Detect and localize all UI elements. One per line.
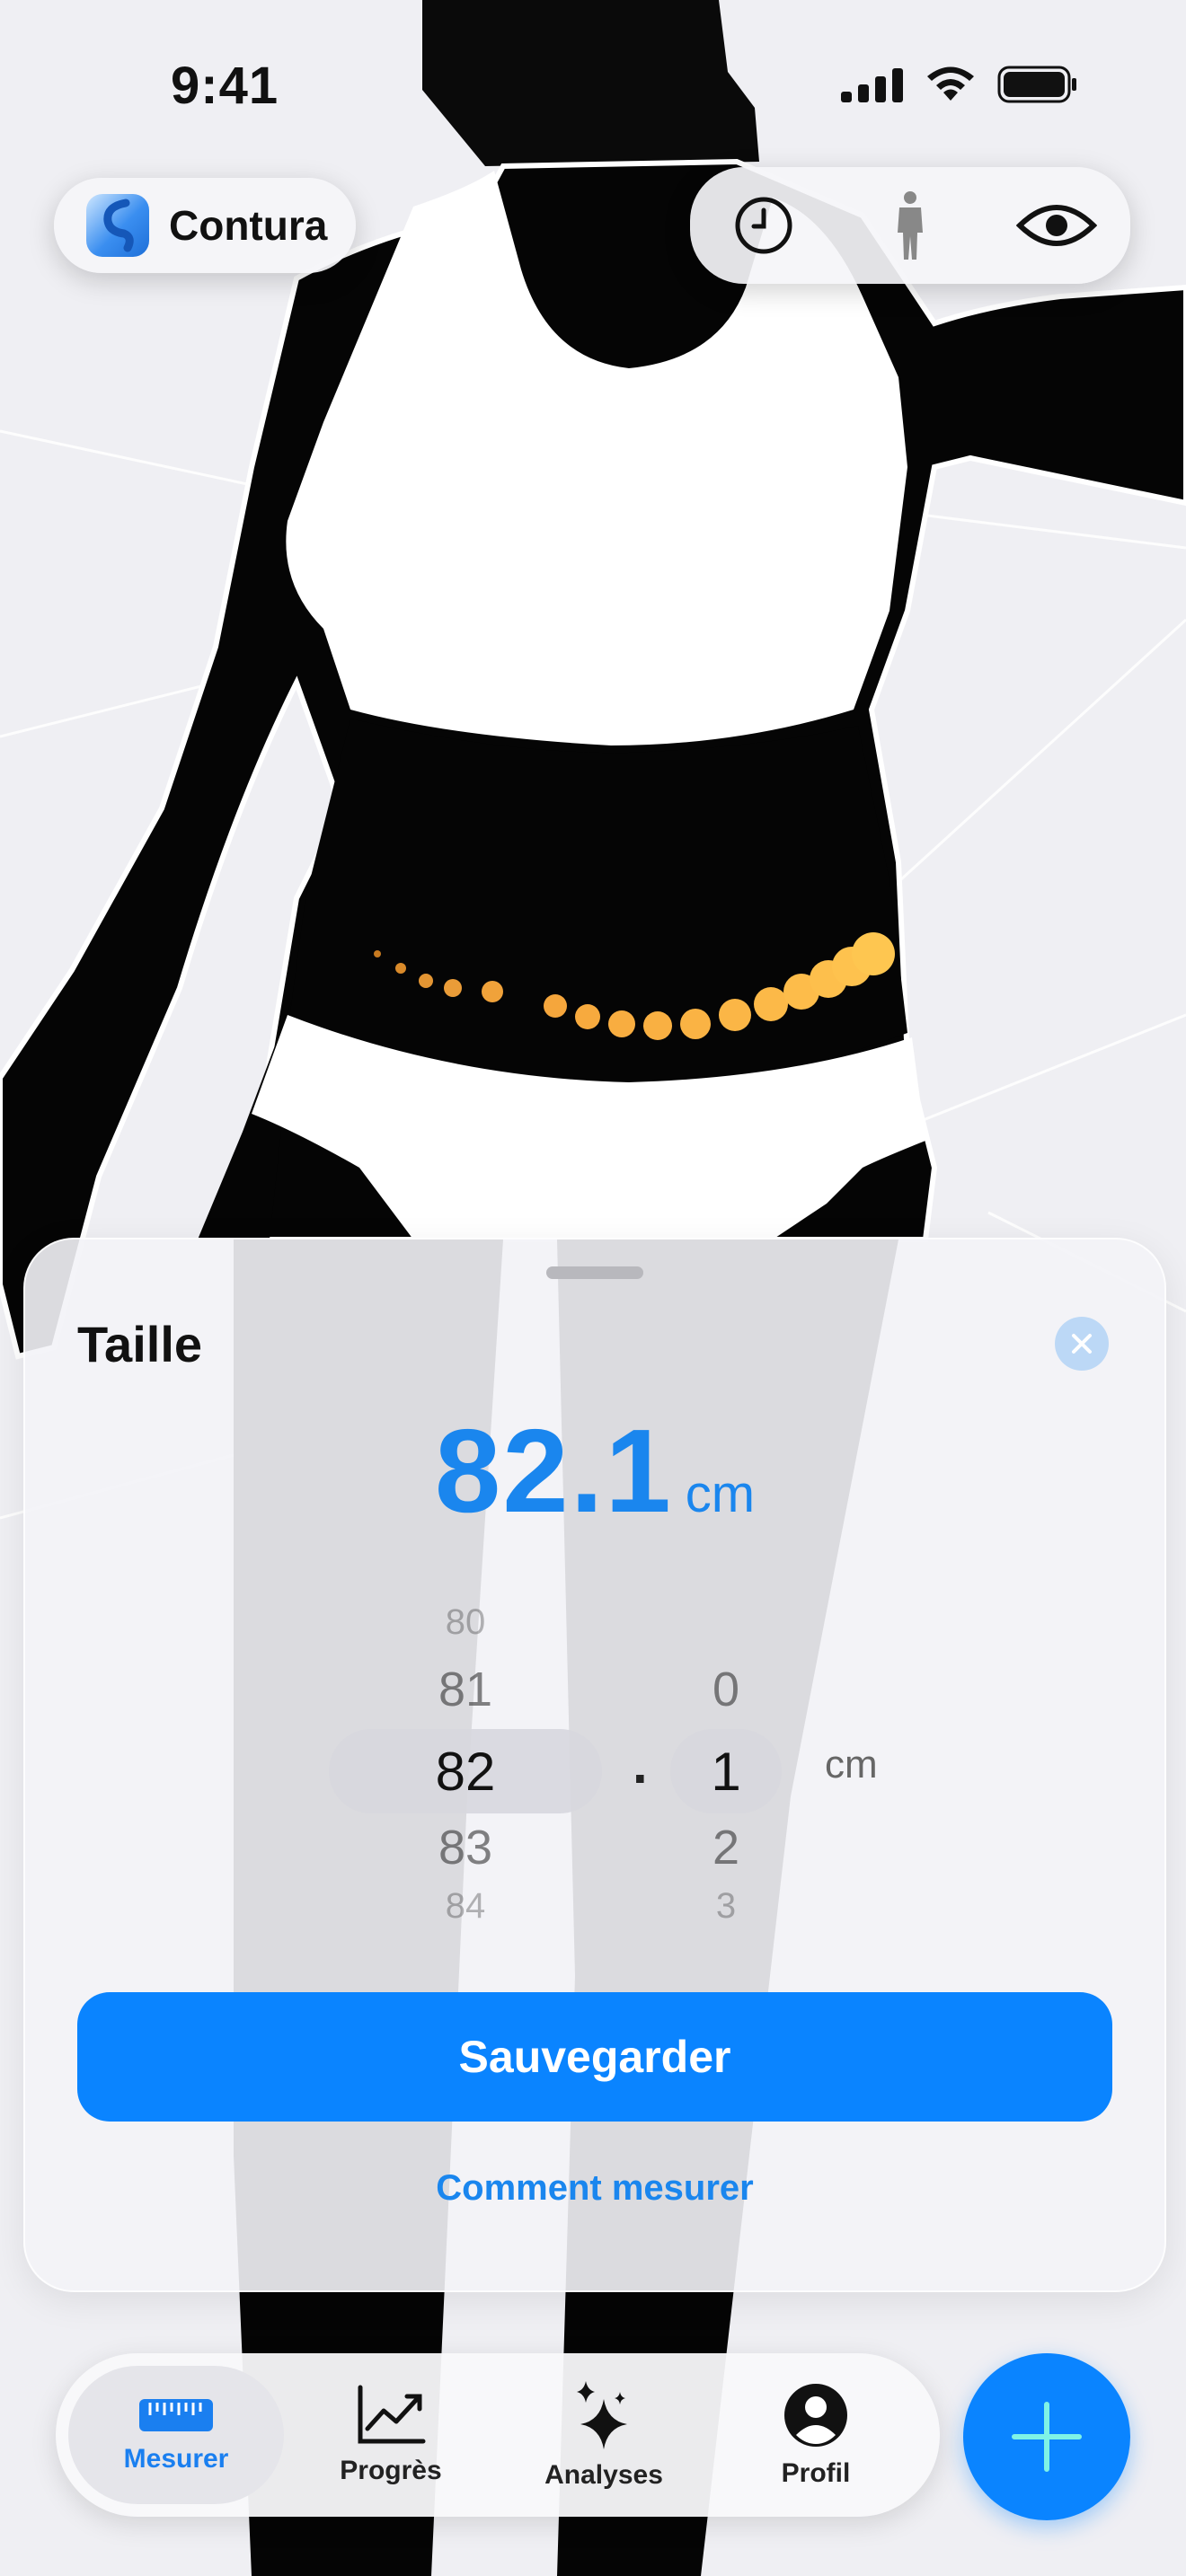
ruler-icon bbox=[139, 2399, 213, 2431]
app-logo-icon bbox=[86, 194, 149, 257]
history-button[interactable] bbox=[719, 181, 809, 270]
tab-label: Profil bbox=[781, 2458, 851, 2488]
picker-decimal-option[interactable]: 0 bbox=[654, 1662, 798, 1717]
how-to-measure-link[interactable]: Comment mesurer bbox=[25, 2168, 1164, 2209]
close-button[interactable] bbox=[1055, 1317, 1109, 1371]
visibility-button[interactable] bbox=[1012, 181, 1102, 270]
picker-decimal-separator: . bbox=[633, 1734, 648, 1795]
battery-icon bbox=[997, 66, 1076, 103]
measurement-sheet: Taille 82.1 cm 80 81 82 83 84 . 0 1 2 3 c… bbox=[23, 1238, 1166, 2292]
picker-decimal-option[interactable]: 2 bbox=[654, 1820, 798, 1875]
measurement-unit: cm bbox=[685, 1465, 756, 1523]
picker-integer-option[interactable]: 83 bbox=[394, 1820, 537, 1875]
tab-progres[interactable]: Progrès bbox=[283, 2366, 499, 2504]
app-name: Contura bbox=[169, 202, 328, 249]
tab-label: Mesurer bbox=[123, 2444, 229, 2474]
value-picker[interactable]: 80 81 82 83 84 . 0 1 2 3 cm bbox=[25, 1599, 1164, 1922]
wifi-icon bbox=[927, 66, 974, 101]
save-button[interactable]: Sauvegarder bbox=[77, 1992, 1112, 2122]
tab-label: Analyses bbox=[544, 2460, 663, 2490]
measurement-value-display: 82.1 cm bbox=[25, 1403, 1164, 1539]
chart-line-icon bbox=[358, 2385, 426, 2444]
sparkles-icon bbox=[577, 2381, 627, 2449]
status-icons bbox=[841, 65, 1078, 104]
tab-mesurer[interactable]: Mesurer bbox=[68, 2366, 284, 2504]
tab-label: Progrès bbox=[340, 2456, 442, 2485]
eye-icon bbox=[1016, 205, 1098, 246]
picker-decimal-option[interactable]: 3 bbox=[654, 1886, 798, 1919]
picker-unit-label: cm bbox=[825, 1742, 878, 1786]
picker-integer-option[interactable]: 80 bbox=[394, 1602, 537, 1642]
view-controls bbox=[690, 167, 1130, 284]
close-icon bbox=[1072, 1334, 1092, 1354]
body-view-button[interactable] bbox=[865, 181, 955, 270]
tab-profil[interactable]: Profil bbox=[708, 2366, 924, 2504]
picker-decimal-selected[interactable]: 1 bbox=[654, 1741, 798, 1803]
clock-icon bbox=[735, 197, 792, 254]
plus-icon bbox=[1012, 2402, 1082, 2472]
status-time: 9:41 bbox=[171, 57, 279, 115]
tab-bar: Mesurer Progrès Analyses Profil bbox=[56, 2353, 940, 2517]
sheet-title: Taille bbox=[77, 1316, 203, 1372]
body-figure-icon bbox=[897, 191, 923, 260]
picker-integer-selected[interactable]: 82 bbox=[394, 1741, 537, 1803]
tab-analyses[interactable]: Analyses bbox=[496, 2366, 712, 2504]
status-bar: 9:41 bbox=[0, 0, 1186, 171]
cellular-signal-icon bbox=[841, 68, 903, 102]
picker-integer-option[interactable]: 81 bbox=[394, 1662, 537, 1717]
app-switcher-pill[interactable]: Contura bbox=[54, 178, 356, 273]
picker-integer-option[interactable]: 84 bbox=[394, 1886, 537, 1919]
add-measurement-button[interactable] bbox=[963, 2353, 1130, 2520]
sheet-grabber-handle[interactable] bbox=[546, 1266, 643, 1279]
measurement-value: 82.1 bbox=[434, 1405, 673, 1537]
person-circle-icon bbox=[784, 2384, 847, 2447]
